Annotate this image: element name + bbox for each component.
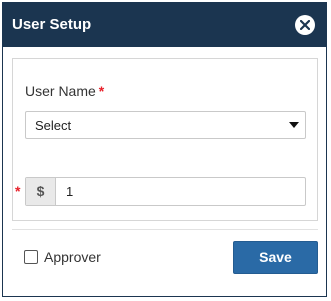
approver-checkbox[interactable] — [24, 250, 38, 264]
dialog-title: User Setup — [12, 16, 92, 33]
dollar-sign-icon: $ — [26, 178, 56, 205]
required-marker: * — [98, 83, 105, 99]
save-button[interactable]: Save — [233, 241, 318, 274]
dialog-header: User Setup — [3, 3, 326, 47]
user-name-label-text: User Name — [25, 83, 96, 99]
user-name-select[interactable]: Select — [25, 111, 306, 139]
user-name-select-value: Select — [35, 118, 72, 133]
approver-label: Approver — [44, 249, 101, 265]
amount-input-group: $ — [25, 177, 313, 206]
footer-divider — [12, 229, 318, 230]
form-panel: User Name * Select * $ — [12, 58, 318, 221]
close-icon — [300, 20, 310, 30]
amount-required-marker: * — [15, 183, 21, 199]
chevron-down-icon — [289, 122, 299, 128]
user-setup-dialog: User Setup User Name* Select * $ Approve… — [2, 2, 327, 297]
amount-input[interactable] — [57, 178, 313, 205]
user-name-label: User Name * — [25, 83, 104, 99]
close-button[interactable] — [295, 15, 315, 35]
